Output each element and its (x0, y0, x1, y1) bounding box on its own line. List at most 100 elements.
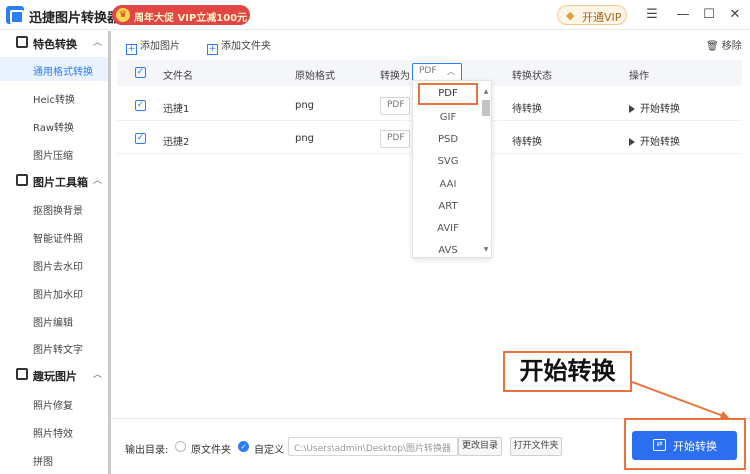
open-folder-button[interactable]: 打开文件夹 (510, 437, 562, 456)
annotation-callout: 开始转换 (503, 351, 632, 392)
sidebar-item-heic[interactable]: Heic转换 (0, 85, 108, 109)
scroll-down-icon[interactable]: ▼ (482, 246, 490, 253)
diamond-icon: ◆ (566, 9, 575, 22)
sidebar-item-ocr[interactable]: 图片转文字 (0, 335, 108, 359)
close-icon[interactable]: ✕ (725, 5, 745, 25)
chevron-up-icon: ︿ (93, 38, 103, 48)
radio-custom-folder[interactable]: ✓ (238, 441, 249, 452)
promo-banner[interactable]: ♛ 周年大促 VIP立减100元 (112, 5, 250, 25)
header-original-format: 原始格式 (295, 71, 335, 82)
chevron-up-icon: ︿ (447, 67, 455, 76)
row-original-format: png (295, 133, 315, 144)
format-option-gif[interactable]: GIF (413, 107, 483, 129)
sidebar-group-toolbox[interactable]: 图片工具箱 ︿ (0, 169, 110, 193)
chevron-up-icon: ︿ (93, 176, 103, 186)
sidebar-item-label: 抠图换背景 (33, 206, 83, 217)
row-original-format: png (295, 100, 315, 111)
sidebar-item-label: Raw转换 (33, 123, 75, 134)
convert-icon (16, 36, 28, 48)
row-status: 待转换 (512, 137, 542, 148)
header-action: 操作 (629, 71, 649, 82)
format-option-art[interactable]: ART (413, 196, 483, 218)
row-action-label: 开始转换 (640, 137, 680, 148)
sidebar-item-label: 通用格式转换 (33, 67, 93, 78)
convert-arrows-icon: ⇄ (653, 439, 666, 451)
format-option-avs[interactable]: AVS (413, 240, 483, 262)
sidebar-item-label: 智能证件照 (33, 234, 83, 245)
radio-original-folder[interactable] (175, 441, 186, 452)
sidebar-item-label: 图片编辑 (33, 318, 73, 329)
title-bar: 迅捷图片转换器 ♛ 周年大促 VIP立减100元 ◆ 开通VIP ☰ — ☐ ✕ (0, 0, 750, 30)
scroll-up-icon[interactable]: ▲ (482, 88, 490, 95)
sidebar-item-remove-watermark[interactable]: 图片去水印 (0, 252, 108, 276)
output-dir-label: 输出目录: (125, 445, 169, 456)
custom-folder-label: 自定义 (254, 445, 284, 456)
output-path-input[interactable]: C:\Users\admin\Desktop\图片转换器 (288, 437, 458, 456)
sidebar-item-label: 拼图 (33, 457, 53, 468)
format-dropdown: PDF GIF PSD SVG AAI ART AVIF AVS (412, 80, 492, 258)
add-folder-label: 添加文件夹 (221, 41, 271, 52)
plus-icon: + (126, 44, 137, 55)
dropdown-scrollbar[interactable]: ▲ ▼ (482, 88, 490, 256)
sidebar-item-label: 图片去水印 (33, 262, 83, 273)
sidebar-item-add-watermark[interactable]: 图片加水印 (0, 280, 108, 304)
format-option-svg[interactable]: SVG (413, 151, 483, 173)
sidebar-item-general[interactable]: 通用格式转换 (0, 57, 108, 81)
sidebar-group-label: 趣玩图片 (33, 370, 77, 383)
sidebar-item-collage[interactable]: 拼图 (0, 447, 108, 471)
sidebar-group-fun[interactable]: 趣玩图片 ︿ (0, 363, 110, 387)
select-all-checkbox[interactable]: ✓ (135, 67, 146, 78)
header-status: 转换状态 (512, 71, 552, 82)
app-logo-icon (6, 6, 24, 24)
row-start-button[interactable]: 开始转换 (629, 133, 680, 148)
sidebar-item-raw[interactable]: Raw转换 (0, 113, 108, 137)
sidebar-item-restore[interactable]: 照片修复 (0, 391, 108, 415)
minimize-icon[interactable]: — (673, 5, 693, 25)
sidebar-item-edit[interactable]: 图片编辑 (0, 308, 108, 332)
row-format-value: PDF (387, 133, 405, 143)
remove-label: 移除 (721, 41, 742, 52)
row-checkbox[interactable]: ✓ (135, 133, 146, 144)
trash-icon: 🗑 (706, 41, 719, 52)
sidebar-item-effects[interactable]: 照片特效 (0, 419, 108, 443)
header-convert-to: 转换为 (380, 71, 410, 82)
row-action-label: 开始转换 (640, 104, 680, 115)
menu-icon[interactable]: ☰ (642, 5, 662, 25)
row-start-button[interactable]: 开始转换 (629, 100, 680, 115)
format-option-avif[interactable]: AVIF (413, 218, 483, 240)
start-convert-button[interactable]: ⇄ 开始转换 (632, 431, 737, 460)
format-option-psd[interactable]: PSD (413, 129, 483, 151)
sidebar-item-label: 图片压缩 (33, 151, 73, 162)
sidebar-item-compress[interactable]: 图片压缩 (0, 141, 108, 165)
format-select-value: PDF (419, 66, 437, 76)
play-icon (629, 138, 635, 146)
row-status: 待转换 (512, 104, 542, 115)
sidebar-scrollbar[interactable] (108, 31, 111, 474)
sidebar-item-label: 照片修复 (33, 401, 73, 412)
format-option-aai[interactable]: AAI (413, 174, 483, 196)
row-filename: 迅捷2 (163, 137, 190, 148)
row-format-select[interactable]: PDF (380, 97, 410, 115)
format-select-all[interactable]: PDF ︿ (412, 63, 462, 81)
image-icon (16, 368, 28, 380)
open-vip-button[interactable]: ◆ 开通VIP (557, 5, 627, 25)
format-option-pdf[interactable]: PDF (418, 83, 478, 105)
scrollbar-thumb[interactable] (482, 100, 490, 116)
row-checkbox[interactable]: ✓ (135, 100, 146, 111)
maximize-icon[interactable]: ☐ (699, 5, 719, 25)
toolbox-icon (16, 174, 28, 186)
add-image-label: 添加图片 (140, 41, 180, 52)
add-image-button[interactable]: + 添加图片 (126, 37, 180, 55)
chevron-up-icon: ︿ (93, 370, 103, 380)
sidebar-item-id-photo[interactable]: 智能证件照 (0, 224, 108, 248)
sidebar-group-special[interactable]: 特色转换 ︿ (0, 31, 110, 55)
row-format-select[interactable]: PDF (380, 130, 410, 148)
sidebar-item-cutout[interactable]: 抠图换背景 (0, 196, 108, 220)
sidebar-group-label: 特色转换 (33, 38, 77, 51)
sidebar-item-label: 图片转文字 (33, 345, 83, 356)
add-folder-button[interactable]: + 添加文件夹 (207, 37, 271, 55)
promo-text: 周年大促 VIP立减100元 (134, 13, 248, 24)
change-dir-button[interactable]: 更改目录 (458, 437, 502, 456)
remove-button[interactable]: 🗑 移除 (706, 37, 742, 52)
sidebar-group-label: 图片工具箱 (33, 176, 88, 189)
